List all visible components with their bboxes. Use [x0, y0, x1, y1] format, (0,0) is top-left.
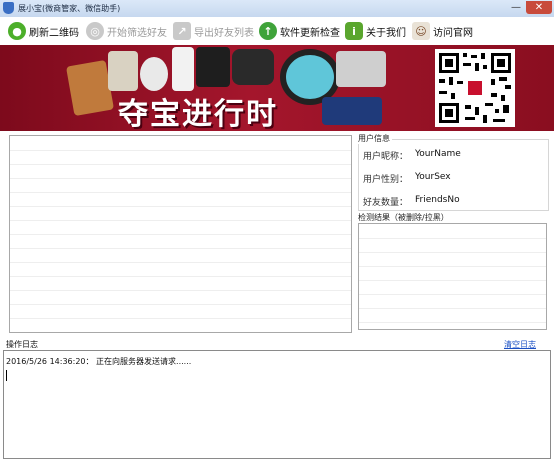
product-decor: [172, 47, 194, 91]
visit-website-button[interactable]: ☺ 访问官网: [412, 20, 473, 42]
banner-slogan: 夺宝进行时: [118, 97, 278, 131]
laptop-decor: [322, 97, 382, 125]
export-icon: ↗: [173, 22, 191, 40]
wechat-icon: ●: [8, 22, 26, 40]
check-result-title: 检测结果（被删除/拉黑）: [358, 212, 451, 223]
toaster-decor: [336, 51, 386, 87]
user-info-box: 用户昵称： YourName 用户性别： YourSex 好友数量： Frien…: [358, 139, 549, 211]
friends-count-value: FriendsNo: [415, 195, 460, 205]
about-us-button[interactable]: i 关于我们: [345, 20, 406, 42]
text-caret: [6, 370, 7, 381]
close-button[interactable]: ✕: [526, 1, 552, 14]
disc-icon: ◎: [86, 22, 104, 40]
refresh-qrcode-button[interactable]: ● 刷新二维码: [8, 20, 79, 42]
check-result-list[interactable]: [358, 223, 547, 330]
product-decor: [108, 51, 138, 91]
info-icon: i: [345, 22, 363, 40]
friends-list-panel[interactable]: [9, 135, 352, 333]
log-textarea[interactable]: 2016/5/26 14:36:20： 正在向服务器发送请求......: [3, 350, 551, 459]
window-title: 展小宝(微商管家、微信助手): [18, 4, 121, 13]
product-decor: [65, 59, 115, 117]
check-result-group: 检测结果（被删除/拉黑）: [358, 212, 548, 330]
nickname-value: YourName: [415, 149, 461, 159]
product-decor: [140, 57, 168, 91]
toolbar: ● 刷新二维码 ◎ 开始筛选好友 ↗ 导出好友列表 ↑ 软件更新检查 i 关于我…: [0, 17, 554, 46]
friends-count-row: 好友数量： FriendsNo: [359, 195, 548, 209]
qrcode-image: [435, 49, 515, 127]
check-update-button[interactable]: ↑ 软件更新检查: [259, 20, 340, 42]
promo-banner[interactable]: 夺宝进行时: [0, 45, 554, 131]
start-filter-friends-button[interactable]: ◎ 开始筛选好友: [86, 20, 167, 42]
log-header: 操作日志 清空日志: [0, 338, 554, 350]
product-decor: [196, 47, 230, 87]
nickname-row: 用户昵称： YourName: [359, 149, 548, 163]
sex-row: 用户性别： YourSex: [359, 172, 548, 186]
camera-decor: [232, 49, 274, 85]
app-shield-icon: [3, 2, 14, 14]
avatar-icon: ☺: [412, 22, 430, 40]
user-info-title: 用户信息: [358, 133, 392, 144]
export-friends-button[interactable]: ↗ 导出好友列表: [173, 20, 254, 42]
nickname-label: 用户昵称：: [362, 152, 408, 162]
up-arrow-icon: ↑: [259, 22, 277, 40]
user-info-group: 用户昵称： YourName 用户性别： YourSex 好友数量： Frien…: [358, 133, 549, 211]
sex-value: YourSex: [415, 172, 451, 182]
sex-label: 用户性别：: [362, 175, 408, 185]
friends-count-label: 好友数量：: [362, 198, 408, 208]
log-title: 操作日志: [6, 340, 38, 349]
title-bar: 展小宝(微商管家、微信助手) — ✕: [0, 0, 554, 18]
clear-log-link[interactable]: 清空日志: [504, 339, 536, 350]
log-entry: 2016/5/26 14:36:20： 正在向服务器发送请求......: [6, 357, 192, 366]
minimize-button[interactable]: —: [508, 1, 524, 14]
